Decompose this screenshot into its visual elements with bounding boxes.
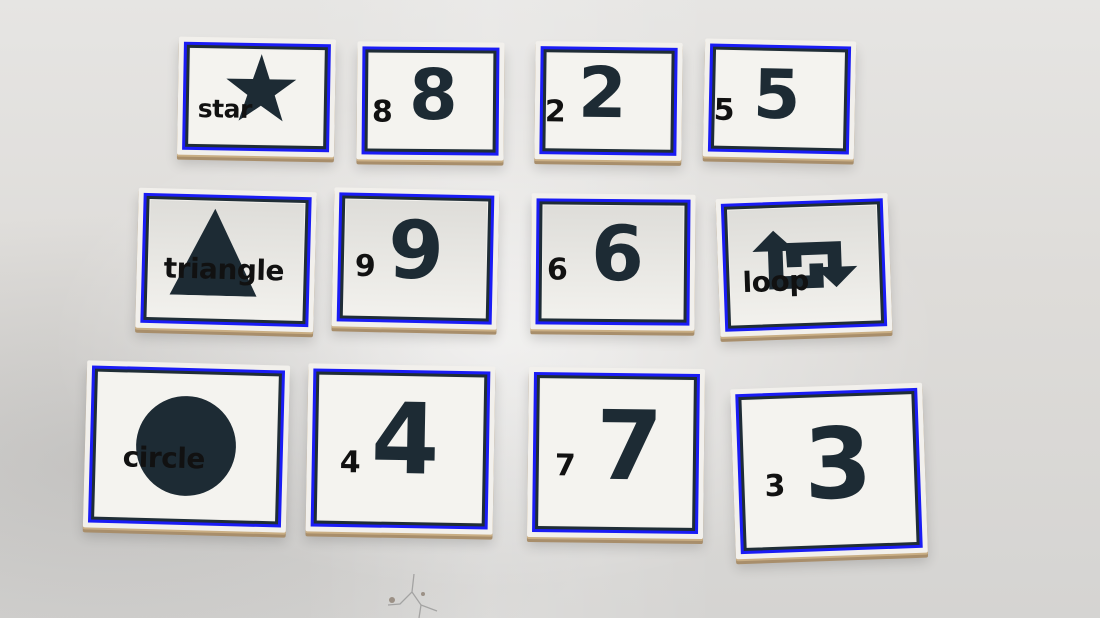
tile-label: loop [742,263,810,300]
tile-6: 6 6 [530,193,696,331]
tile-label: 8 [371,94,393,130]
tile-number: 9 [387,203,445,298]
tile-label: 4 [339,444,361,481]
table-crack [386,574,444,618]
tile-label: 6 [546,252,568,288]
tile-2: 2 2 [534,41,683,161]
tile-number: 8 [408,53,459,137]
tile-number: 4 [370,382,441,498]
tile-9: 9 9 [331,187,500,330]
tile-label: 2 [544,94,566,130]
tile-star: star [176,36,337,158]
tile-label: 7 [554,448,576,484]
tile-loop: loop [715,193,893,337]
tile-label: 3 [763,468,786,505]
photo-scene: star 8 8 2 2 5 5 triangle 9 9 6 6 loop c… [0,0,1100,618]
tile-number: 3 [801,406,874,523]
tile-label: 5 [713,92,735,129]
tile-circle: circle [82,360,291,533]
tile-label: circle [122,440,206,476]
tile-label: triangle [163,251,285,288]
tile-label: star [197,93,253,124]
tile-number: 2 [577,51,628,135]
tile-4: 4 4 [305,363,496,535]
tile-number: 5 [752,55,802,136]
tile-label: 9 [354,248,376,285]
tile-triangle: triangle [135,187,317,333]
tile-5: 5 5 [702,38,857,160]
tile-3: 3 3 [730,382,928,560]
tile-number: 7 [595,389,664,503]
tile-number: 6 [590,208,645,299]
tile-7: 7 7 [526,366,706,540]
tile-8: 8 8 [356,41,505,161]
